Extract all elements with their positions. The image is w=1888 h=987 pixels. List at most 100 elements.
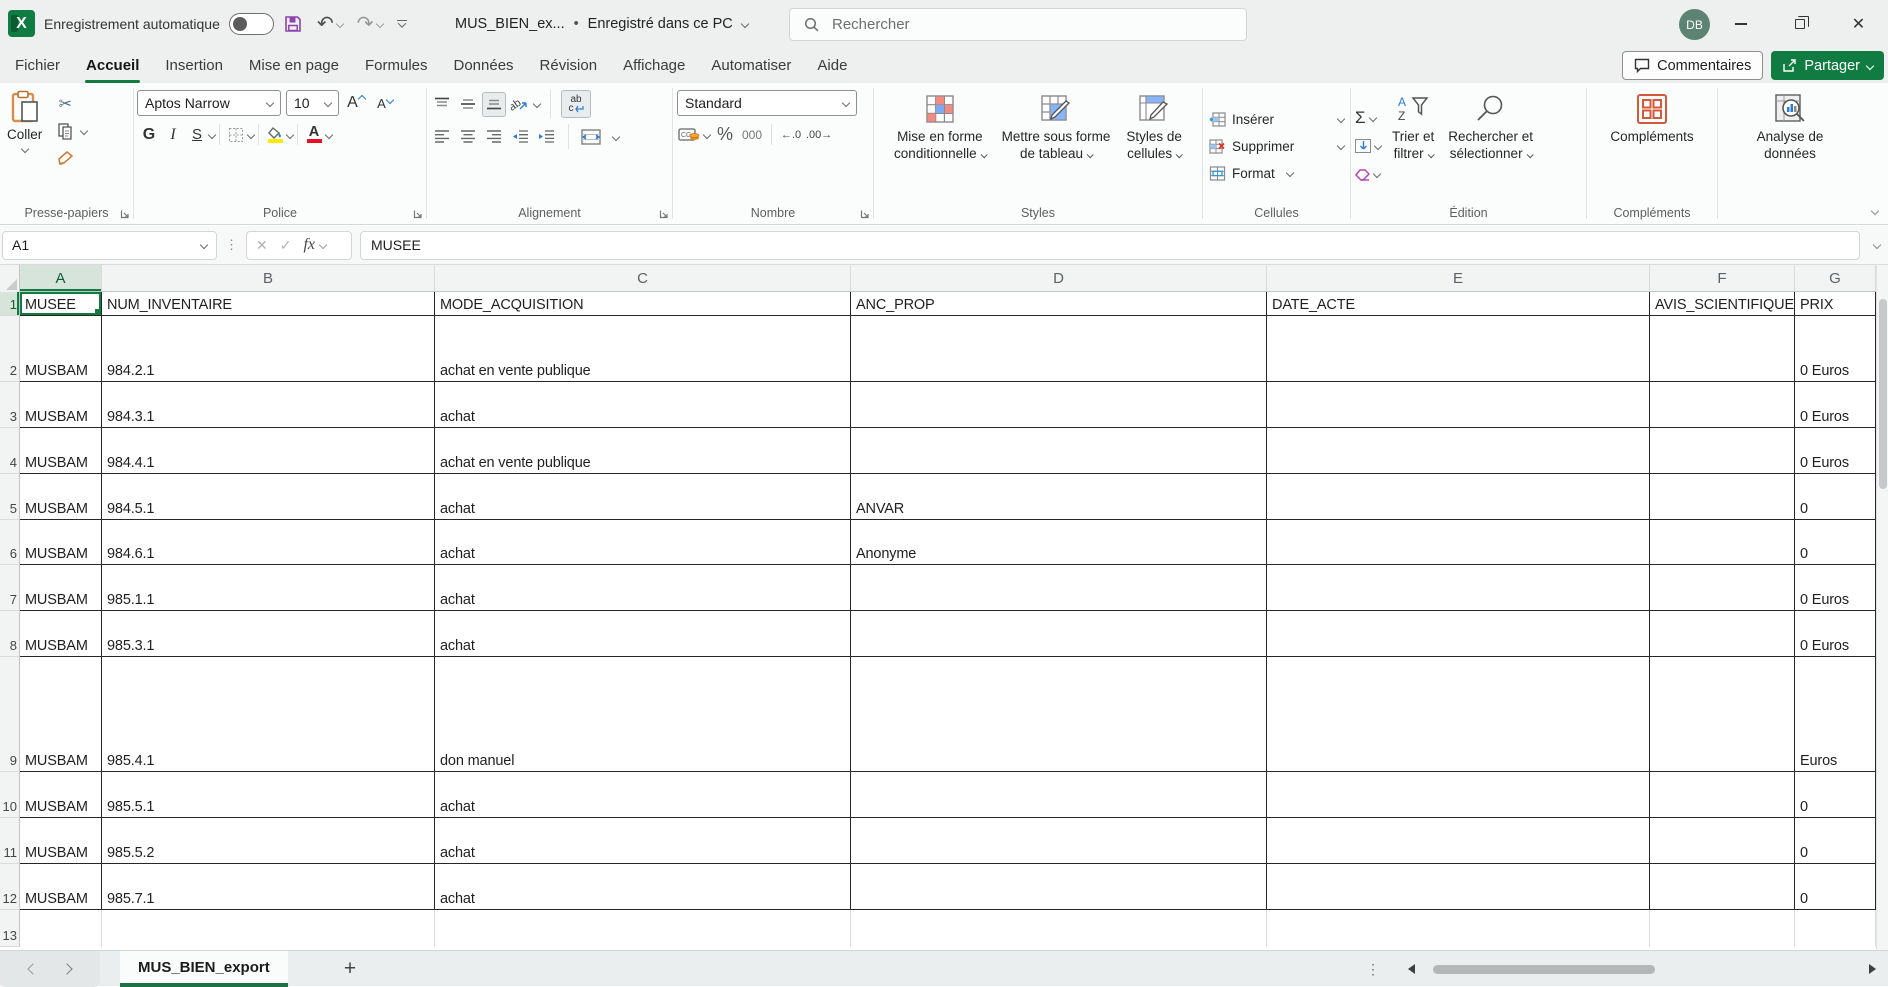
vertical-scrollbar[interactable] <box>1876 265 1888 950</box>
percent-style-button[interactable]: % <box>713 122 737 147</box>
cell-B11[interactable]: 985.5.2 <box>102 818 435 864</box>
cell-A13[interactable] <box>20 910 102 947</box>
font-color-button[interactable]: A <box>302 122 326 147</box>
tab-affichage[interactable]: Affichage <box>610 48 698 83</box>
cell-C6[interactable]: achat <box>435 520 851 565</box>
cell-B5[interactable]: 984.5.1 <box>102 474 435 520</box>
cell-F6[interactable] <box>1650 520 1795 565</box>
document-save-status[interactable]: Enregistré dans ce PC <box>588 16 733 32</box>
cell-G5[interactable]: 0 <box>1795 474 1876 520</box>
cancel-icon[interactable]: ✕ <box>256 237 268 254</box>
name-box-dropdown-icon[interactable] <box>200 241 208 249</box>
tab-mise-en-page[interactable]: Mise en page <box>236 48 352 83</box>
cell-F1[interactable]: AVIS_SCIENTIFIQUE <box>1650 292 1795 316</box>
horizontal-scrollbar[interactable] <box>1425 965 1861 974</box>
align-top-icon[interactable] <box>430 92 454 117</box>
cell-F10[interactable] <box>1650 772 1795 818</box>
font-size-select[interactable]: 10 <box>286 90 339 116</box>
fill-button[interactable] <box>1355 134 1381 158</box>
clear-button[interactable] <box>1355 162 1381 186</box>
format-painter-button[interactable] <box>53 146 77 171</box>
cell-F11[interactable] <box>1650 818 1795 864</box>
decrease-font-size-button[interactable]: A <box>373 91 397 116</box>
row-header-4[interactable]: 4 <box>0 428 20 474</box>
sheetbar-grip-icon[interactable]: ⋮ <box>1366 951 1380 987</box>
alignment-dialog-launcher-icon[interactable] <box>659 209 669 219</box>
cell-D8[interactable] <box>851 611 1267 657</box>
cell-D4[interactable] <box>851 428 1267 474</box>
cell-C9[interactable]: don manuel <box>435 657 851 772</box>
cell-F9[interactable] <box>1650 657 1795 772</box>
tab-donnees[interactable]: Données <box>441 48 527 83</box>
cell-A4[interactable]: MUSBAM <box>20 428 102 474</box>
autosave-toggle[interactable] <box>229 13 274 35</box>
cell-C13[interactable] <box>435 910 851 947</box>
horizontal-scrollbar-thumb[interactable] <box>1433 965 1655 974</box>
orientation-dropdown-icon[interactable] <box>533 100 541 108</box>
cell-A2[interactable]: MUSBAM <box>20 316 102 382</box>
cell-B8[interactable]: 985.3.1 <box>102 611 435 657</box>
cell-C10[interactable]: achat <box>435 772 851 818</box>
cell-D3[interactable] <box>851 382 1267 428</box>
cell-A9[interactable]: MUSBAM <box>20 657 102 772</box>
excel-app-icon[interactable]: X <box>8 10 35 37</box>
column-header-D[interactable]: D <box>851 265 1267 291</box>
font-name-select[interactable]: Aptos Narrow <box>137 90 281 116</box>
formula-input[interactable]: MUSEE <box>360 231 1860 260</box>
cell-D7[interactable] <box>851 565 1267 611</box>
redo-icon[interactable]: ↷ <box>357 14 374 34</box>
cell-C2[interactable]: achat en vente publique <box>435 316 851 382</box>
cell-C8[interactable]: achat <box>435 611 851 657</box>
cell-B7[interactable]: 985.1.1 <box>102 565 435 611</box>
cell-G4[interactable]: 0 Euros <box>1795 428 1876 474</box>
cell-D1[interactable]: ANC_PROP <box>851 292 1267 316</box>
column-header-G[interactable]: G <box>1795 265 1876 291</box>
cell-F13[interactable] <box>1650 910 1795 947</box>
cell-A1[interactable]: MUSEE <box>20 292 102 316</box>
align-left-icon[interactable] <box>430 124 454 149</box>
orientation-icon[interactable]: ab <box>508 92 532 117</box>
accounting-dropdown-icon[interactable] <box>703 130 711 138</box>
cell-C1[interactable]: MODE_ACQUISITION <box>435 292 851 316</box>
cell-G10[interactable]: 0 <box>1795 772 1876 818</box>
row-header-9[interactable]: 9 <box>0 657 20 772</box>
cell-D11[interactable] <box>851 818 1267 864</box>
cell-F12[interactable] <box>1650 864 1795 910</box>
cell-C11[interactable]: achat <box>435 818 851 864</box>
cell-G13[interactable] <box>1795 910 1876 947</box>
close-button[interactable]: ✕ <box>1829 0 1888 48</box>
cell-E9[interactable] <box>1267 657 1650 772</box>
minimize-button[interactable] <box>1711 0 1770 48</box>
cell-C3[interactable]: achat <box>435 382 851 428</box>
format-cells-button[interactable]: Format <box>1203 160 1350 186</box>
column-header-F[interactable]: F <box>1650 265 1795 291</box>
undo-icon[interactable]: ↶ <box>317 14 334 34</box>
cell-A10[interactable]: MUSBAM <box>20 772 102 818</box>
row-header-12[interactable]: 12 <box>0 864 20 910</box>
column-header-A[interactable]: A <box>20 265 102 291</box>
name-box[interactable]: A1 <box>2 231 217 260</box>
number-format-select[interactable]: Standard <box>677 90 857 116</box>
document-title[interactable]: MUS_BIEN_ex... <box>455 16 565 32</box>
fill-color-icon[interactable] <box>263 122 287 147</box>
increase-decimal-icon[interactable]: ←.0 <box>779 122 803 147</box>
save-icon[interactable] <box>283 14 303 34</box>
formula-bar-grip-icon[interactable]: ⋮ <box>225 237 238 253</box>
row-header-6[interactable]: 6 <box>0 520 20 565</box>
cell-E13[interactable] <box>1267 910 1650 947</box>
cell-E10[interactable] <box>1267 772 1650 818</box>
cell-C4[interactable]: achat en vente publique <box>435 428 851 474</box>
row-header-7[interactable]: 7 <box>0 565 20 611</box>
tab-insertion[interactable]: Insertion <box>152 48 236 83</box>
clipboard-dialog-launcher-icon[interactable] <box>120 209 130 219</box>
cell-F2[interactable] <box>1650 316 1795 382</box>
italic-button[interactable]: I <box>161 122 185 147</box>
column-header-E[interactable]: E <box>1267 265 1650 291</box>
cell-G9[interactable]: Euros <box>1795 657 1876 772</box>
align-middle-icon[interactable] <box>456 92 480 117</box>
copy-dropdown-icon[interactable] <box>80 127 88 135</box>
cell-G2[interactable]: 0 Euros <box>1795 316 1876 382</box>
cell-F4[interactable] <box>1650 428 1795 474</box>
column-header-B[interactable]: B <box>102 265 435 291</box>
cell-B6[interactable]: 984.6.1 <box>102 520 435 565</box>
